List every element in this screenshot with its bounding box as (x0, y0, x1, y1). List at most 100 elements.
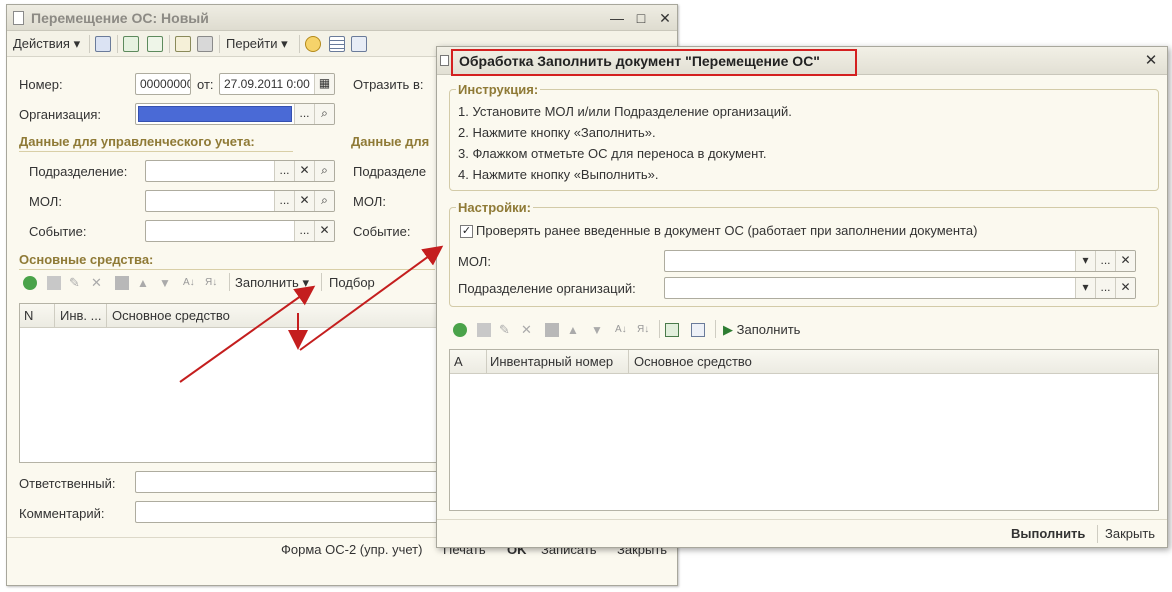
minimize-button[interactable]: — (609, 10, 625, 26)
calendar-icon[interactable]: ▦ (314, 74, 334, 94)
add-icon[interactable] (453, 323, 467, 337)
responsible-field[interactable] (135, 471, 445, 493)
form-name-link[interactable]: Форма ОС-2 (упр. учет) (281, 542, 422, 557)
add-icon[interactable] (23, 276, 37, 290)
subdivision-field[interactable]: ▾ ... ✕ (664, 277, 1136, 299)
instruction-item: 3. Флажком отметьте ОС для переноса в до… (458, 146, 767, 161)
organization-field[interactable]: ... ⌕ (135, 103, 335, 125)
select-button[interactable]: ... (294, 221, 314, 241)
print-icon[interactable] (197, 36, 213, 52)
select-button[interactable]: ... (274, 161, 294, 181)
save-icon[interactable] (115, 276, 129, 290)
copy-icon[interactable] (477, 323, 491, 337)
event-label: Событие: (29, 224, 87, 239)
help-icon[interactable] (305, 36, 321, 52)
dialog-assets-table[interactable]: А Инвентарный номер Основное средство (449, 349, 1159, 511)
fill-menu-button[interactable]: Заполнить ▾ (235, 275, 309, 291)
organization-label: Организация: (19, 107, 102, 122)
dropdown-icon[interactable]: ▾ (1075, 251, 1095, 271)
number-field[interactable]: 00000000 (135, 73, 191, 95)
instruction-item: 1. Установите МОЛ и/или Подразделение ор… (458, 104, 792, 119)
sort-asc-icon[interactable]: A↓ (615, 323, 629, 337)
subdivision-label: Подразделение: (29, 164, 128, 179)
select-button[interactable]: ... (1095, 278, 1115, 298)
assets-table[interactable]: N Инв. ... Основное средство (19, 303, 439, 463)
list-icon[interactable] (329, 36, 345, 52)
goto-menu[interactable]: Перейти ▾ (226, 36, 288, 52)
move-up-icon[interactable]: ▲ (137, 276, 151, 290)
instruction-item: 2. Нажмите кнопку «Заполнить». (458, 125, 656, 140)
event-field[interactable]: ... ✕ (145, 220, 335, 242)
column-a[interactable]: А (454, 354, 463, 369)
settings-group: Настройки: ✓ Проверять ранее введенные в… (449, 200, 1159, 307)
clear-icon[interactable]: ✕ (294, 191, 314, 211)
column-n[interactable]: N (24, 308, 33, 323)
move-down-icon[interactable]: ▼ (591, 323, 605, 337)
organization-value-selected (138, 106, 292, 122)
column-inventory-number[interactable]: Инвентарный номер (490, 354, 613, 369)
select-button[interactable]: ... (1095, 251, 1115, 271)
instructions-group: Инструкция: 1. Установите МОЛ и/или Подр… (449, 82, 1159, 191)
pick-button[interactable]: Подбор (329, 275, 375, 290)
main-window-titlebar[interactable]: Перемещение ОС: Новый — □ ✕ (7, 5, 677, 31)
dialog-close-link[interactable]: Закрыть (1105, 526, 1155, 541)
dropdown-icon[interactable]: ▾ (1075, 278, 1095, 298)
refresh-icon[interactable] (123, 36, 139, 52)
comment-field[interactable] (135, 501, 445, 523)
maximize-button[interactable]: □ (633, 10, 649, 26)
check-all-icon[interactable] (665, 323, 679, 337)
document-add-icon[interactable] (175, 36, 191, 52)
check-previous-label[interactable]: Проверять ранее введенные в документ ОС … (476, 223, 977, 238)
edit-icon[interactable]: ✎ (69, 276, 83, 290)
close-window-button[interactable]: ✕ (657, 10, 673, 26)
mol-field[interactable]: ▾ ... ✕ (664, 250, 1136, 272)
search-icon[interactable]: ⌕ (314, 104, 334, 124)
select-button[interactable]: ... (294, 104, 314, 124)
mol-field[interactable]: ... ✕ ⌕ (145, 190, 335, 212)
copy-icon[interactable] (147, 36, 163, 52)
clear-icon[interactable]: ✕ (1115, 278, 1135, 298)
mol-label: МОЛ: (29, 194, 62, 209)
document-icon (13, 11, 24, 25)
date-field[interactable]: 27.09.2011 0:00 ▦ (219, 73, 335, 95)
check-previous-checkbox[interactable]: ✓ (460, 225, 473, 238)
copy-icon[interactable] (47, 276, 61, 290)
structure-icon[interactable] (351, 36, 367, 52)
save-icon[interactable] (545, 323, 559, 337)
search-icon[interactable]: ⌕ (314, 191, 334, 211)
play-icon: ▶ (723, 322, 733, 337)
main-window-title: Перемещение ОС: Новый (31, 10, 209, 26)
mgmt-section-header-right: Данные для (351, 134, 430, 149)
sort-desc-icon[interactable]: Я↓ (205, 276, 219, 290)
uncheck-all-icon[interactable] (691, 323, 705, 337)
move-down-icon[interactable]: ▼ (159, 276, 173, 290)
date-label: от: (197, 77, 214, 92)
mgmt-section-header: Данные для управленческого учета: (19, 134, 255, 149)
fill-button[interactable]: ▶ Заполнить (723, 322, 800, 338)
reflect-label: Отразить в: (353, 77, 424, 92)
actions-menu[interactable]: Действия ▾ (13, 36, 80, 52)
clear-icon[interactable]: ✕ (294, 161, 314, 181)
clear-icon[interactable]: ✕ (1115, 251, 1135, 271)
post-icon[interactable] (95, 36, 111, 52)
move-up-icon[interactable]: ▲ (567, 323, 581, 337)
delete-icon[interactable]: ✕ (91, 276, 105, 290)
dialog-close-button[interactable]: ✕ (1143, 53, 1159, 69)
column-asset[interactable]: Основное средство (634, 354, 752, 369)
clear-icon[interactable]: ✕ (314, 221, 334, 241)
column-asset[interactable]: Основное средство (112, 308, 230, 323)
execute-button[interactable]: Выполнить (1011, 526, 1085, 541)
table-header: N Инв. ... Основное средство (20, 304, 438, 328)
select-button[interactable]: ... (274, 191, 294, 211)
comment-label: Комментарий: (19, 506, 105, 521)
edit-icon[interactable]: ✎ (499, 323, 513, 337)
search-icon[interactable]: ⌕ (314, 161, 334, 181)
sort-desc-icon[interactable]: Я↓ (637, 323, 651, 337)
dialog-titlebar[interactable]: Обработка Заполнить документ "Перемещени… (437, 47, 1167, 76)
sort-asc-icon[interactable]: A↓ (183, 276, 197, 290)
mol-label: МОЛ: (458, 254, 491, 269)
subdivision-field[interactable]: ... ✕ ⌕ (145, 160, 335, 182)
column-inv[interactable]: Инв. ... (60, 308, 102, 323)
delete-icon[interactable]: ✕ (521, 323, 535, 337)
fill-dialog: Обработка Заполнить документ "Перемещени… (436, 46, 1168, 548)
